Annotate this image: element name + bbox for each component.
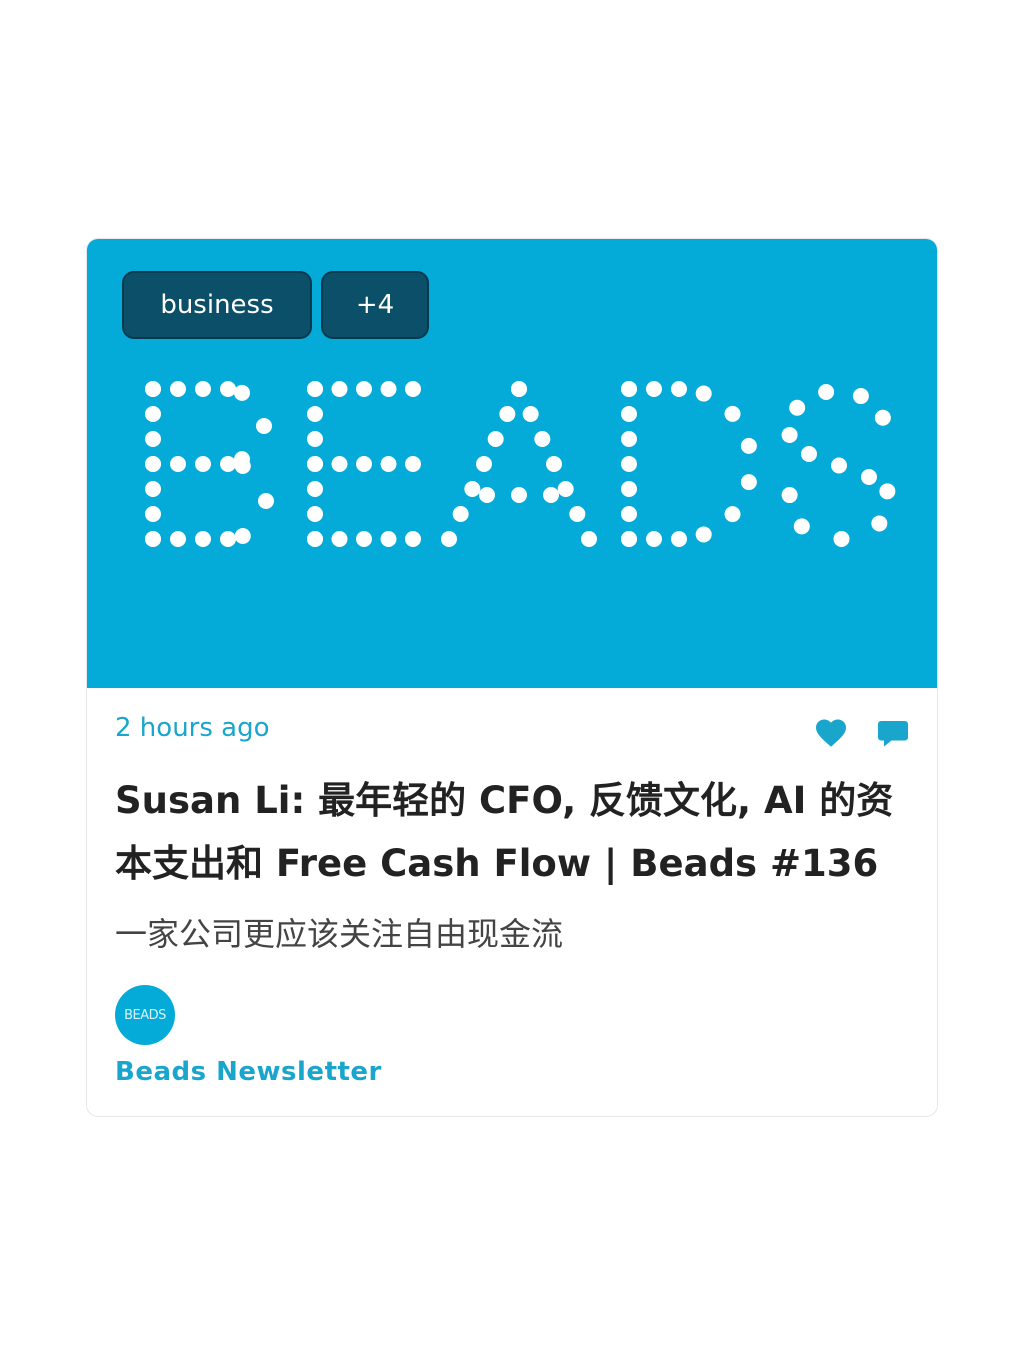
logo-dot — [487, 431, 504, 447]
logo-dot — [258, 493, 274, 509]
logo-dot — [170, 456, 186, 472]
comment-icon[interactable] — [875, 715, 911, 751]
logo-dot — [307, 531, 323, 547]
logo-dot — [331, 456, 348, 472]
logo-dot — [781, 487, 798, 504]
logo-dot — [441, 531, 457, 547]
logo-dot — [307, 481, 323, 497]
logo-dot — [511, 487, 527, 503]
logo-dot — [195, 456, 211, 472]
logo-dot — [724, 405, 741, 422]
logo-dot — [793, 518, 810, 535]
logo-dot — [170, 381, 186, 397]
logo-dot — [307, 456, 323, 472]
logo-dot — [724, 506, 741, 523]
logo-dot — [740, 437, 757, 454]
logo-dot — [464, 481, 481, 497]
logo-dot — [833, 530, 850, 547]
logo-dot — [145, 531, 161, 547]
logo-dot — [307, 381, 323, 397]
logo-dot — [331, 381, 348, 397]
logo-dot — [522, 406, 539, 422]
logo-dot — [170, 531, 186, 547]
logo-dot — [871, 515, 888, 532]
logo-dot — [695, 385, 712, 402]
logo-dot — [380, 456, 397, 472]
logo-dot — [534, 431, 551, 447]
logo-dot — [307, 406, 323, 422]
logo-dot — [581, 531, 597, 547]
logo-dot — [220, 531, 236, 547]
logo-dot — [621, 531, 637, 547]
hero-image: business +4 — [87, 239, 937, 688]
logo-dot — [256, 418, 272, 434]
logo-dot — [818, 383, 835, 400]
post-card[interactable]: business +4 2 hours ago Susan Li: 最年轻的 C… — [86, 238, 938, 1117]
logo-dot — [234, 384, 251, 401]
tag-more-count[interactable]: +4 — [321, 271, 429, 339]
logo-dot — [195, 381, 211, 397]
logo-dot — [569, 506, 586, 522]
logo-dot — [405, 456, 421, 472]
logo-dot — [874, 409, 891, 426]
logo-dot — [781, 426, 798, 443]
logo-dot — [499, 406, 516, 422]
heart-icon[interactable] — [813, 715, 849, 751]
logo-dot — [307, 506, 323, 522]
logo-dot — [646, 381, 662, 397]
logo-dot — [621, 406, 637, 422]
author-avatar[interactable]: BEADS — [115, 985, 175, 1045]
logo-dot — [511, 381, 527, 397]
logo-dot — [145, 481, 161, 497]
logo-dot — [621, 506, 637, 522]
logo-dot — [621, 456, 637, 472]
logo-dot — [543, 487, 559, 503]
logo-dot — [220, 381, 236, 397]
logo-dot — [789, 399, 806, 416]
logo-dot — [145, 456, 161, 472]
logo-dot — [621, 481, 637, 497]
logo-dot — [671, 381, 687, 397]
logo-dot — [405, 531, 421, 547]
logo-dot — [145, 506, 161, 522]
logo-dot — [145, 431, 161, 447]
post-title[interactable]: Susan Li: 最年轻的 CFO, 反馈文化, AI 的资本支出和 Free… — [115, 769, 915, 895]
post-subtitle: 一家公司更应该关注自由现金流 — [115, 915, 564, 953]
logo-dot — [452, 506, 469, 522]
logo-dot — [852, 388, 869, 405]
logo-dot — [405, 381, 421, 397]
logo-dot — [671, 531, 687, 547]
logo-dot — [356, 456, 372, 472]
logo-dot — [380, 381, 397, 397]
logo-dot — [195, 531, 211, 547]
logo-dot — [234, 528, 251, 545]
logo-dot — [380, 531, 397, 547]
tag-business[interactable]: business — [122, 271, 312, 339]
logo-dot — [621, 431, 637, 447]
logo-dot — [740, 474, 757, 491]
logo-dot — [831, 457, 847, 474]
logo-dot — [801, 446, 817, 462]
logo-dot — [307, 431, 323, 447]
logo-dot — [356, 381, 372, 397]
logo-dot — [145, 381, 161, 397]
author-name[interactable]: Beads Newsletter — [115, 1057, 382, 1087]
logo-dot — [479, 487, 495, 503]
logo-dot — [646, 531, 662, 547]
logo-dot — [861, 469, 877, 485]
logo-dot — [356, 531, 372, 547]
logo-dot — [145, 406, 161, 422]
timestamp: 2 hours ago — [115, 713, 270, 743]
logo-dot — [331, 531, 348, 547]
avatar-text: BEADS — [124, 1007, 166, 1023]
logo-dot — [557, 481, 574, 497]
logo-dot — [621, 381, 637, 397]
logo-dot — [695, 526, 712, 543]
logo-dot — [546, 456, 562, 472]
logo-dot — [879, 483, 896, 500]
logo-dot — [234, 457, 251, 474]
logo-dot — [220, 456, 236, 472]
logo-dot — [476, 456, 492, 472]
